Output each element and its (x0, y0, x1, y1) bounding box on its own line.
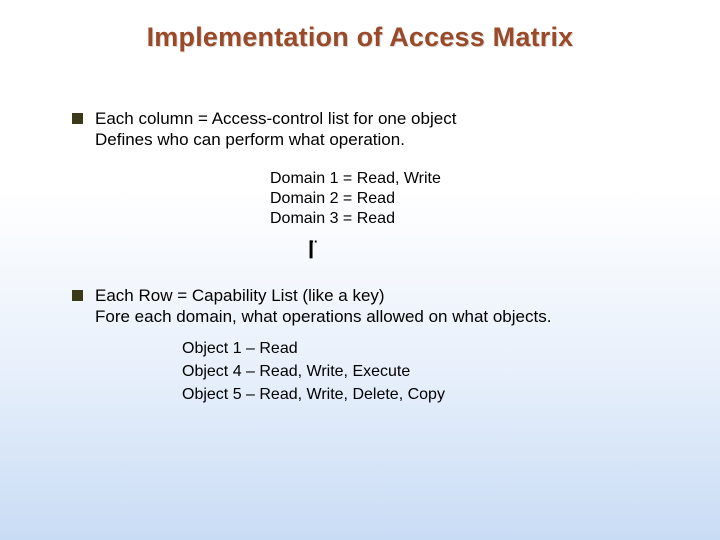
vertical-ellipsis-icon: ❙̈ (0, 239, 660, 257)
bullet2-sub: Fore each domain, what operations allowe… (95, 307, 551, 326)
bullet-square-icon (72, 290, 83, 301)
bullet-row: Each Row = Capability List (like a key) … (72, 285, 660, 328)
bullet1-sub: Defines who can perform what operation. (95, 130, 405, 149)
slide-content: Each column = Access-control list for on… (72, 108, 660, 407)
object-line: Object 4 – Read, Write, Execute (182, 360, 660, 383)
bullet2-heading: Each Row = Capability List (like a key) (95, 286, 385, 305)
bullet1-heading: Each column = Access-control list for on… (95, 109, 456, 128)
object-list: Object 1 – Read Object 4 – Read, Write, … (182, 337, 660, 407)
bullet-column: Each column = Access-control list for on… (72, 108, 660, 151)
domain-line: Domain 2 = Read (270, 189, 660, 209)
slide-title: Implementation of Access Matrix (0, 22, 720, 53)
object-line: Object 1 – Read (182, 337, 660, 360)
domain-line: Domain 1 = Read, Write (270, 169, 660, 189)
object-line: Object 5 – Read, Write, Delete, Copy (182, 383, 660, 406)
spacer (72, 257, 660, 285)
domain-line: Domain 3 = Read (270, 209, 660, 229)
domain-list: Domain 1 = Read, Write Domain 2 = Read D… (270, 169, 660, 229)
slide: Implementation of Access Matrix Each col… (0, 0, 720, 540)
bullet-text: Each column = Access-control list for on… (95, 108, 456, 151)
bullet-text: Each Row = Capability List (like a key) … (95, 285, 551, 328)
bullet-square-icon (72, 113, 83, 124)
